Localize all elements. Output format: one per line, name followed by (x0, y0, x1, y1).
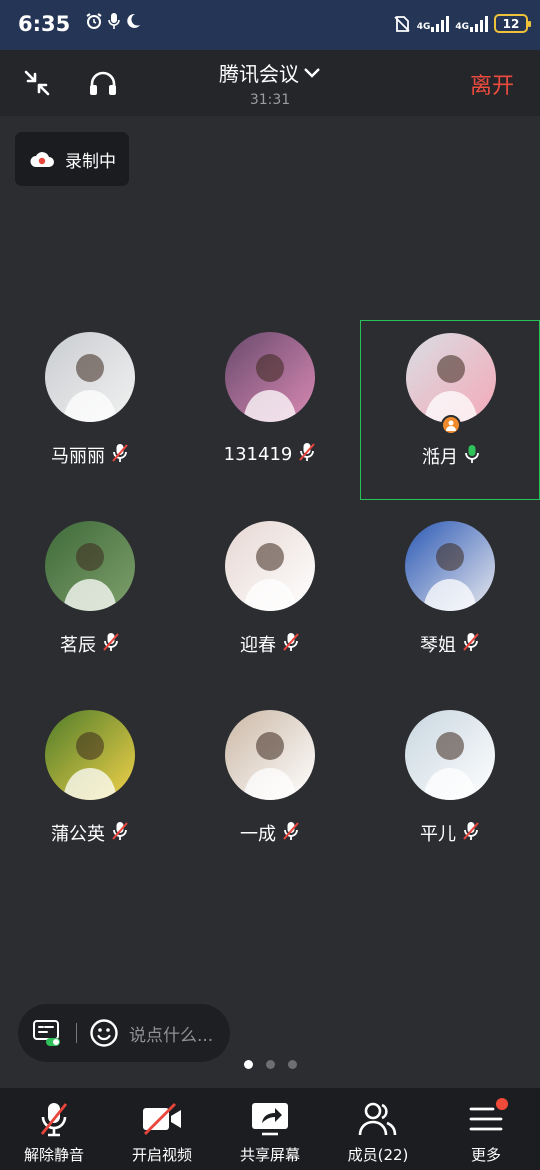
chat-bar[interactable]: 说点什么... (18, 1004, 230, 1062)
participant-name: 茗辰 (60, 635, 96, 656)
mic-muted-icon (462, 632, 480, 656)
page-dot[interactable] (288, 1060, 297, 1069)
participant-name-row: 湉月 (361, 443, 540, 469)
participant-name: 琴姐 (420, 635, 456, 656)
mic-muted-icon (462, 821, 480, 845)
members-icon (358, 1102, 397, 1136)
cloud-record-icon (30, 152, 54, 167)
participant-name: 平儿 (420, 824, 456, 845)
chevron-down-icon (304, 67, 320, 78)
notification-dot (496, 1098, 508, 1110)
chat-list-icon[interactable] (32, 1019, 62, 1047)
participant-name-row: 马丽丽 (0, 442, 180, 468)
avatar (225, 332, 315, 422)
participant-name-row: 蒲公英 (0, 820, 180, 846)
mic-muted-icon (111, 443, 129, 467)
start-video-button[interactable]: 开启视频 (108, 1088, 216, 1170)
avatar (225, 521, 315, 611)
participant-tile[interactable]: 131419 (180, 320, 360, 500)
unmute-button[interactable]: 解除静音 (0, 1088, 108, 1170)
meeting-header: 腾讯会议 31:31 离开 (0, 50, 540, 116)
participant-name: 蒲公英 (51, 824, 105, 845)
status-right-icons: 4G 4G 12 (393, 14, 531, 33)
leave-button[interactable]: 离开 (470, 68, 514, 100)
emoji-icon[interactable] (89, 1018, 119, 1048)
avatar (405, 521, 495, 611)
chat-input-placeholder[interactable]: 说点什么... (129, 1021, 213, 1046)
mic-muted-icon (282, 632, 300, 656)
page-dot[interactable] (266, 1060, 275, 1069)
alarm-icon (86, 13, 102, 29)
recording-label: 录制中 (65, 151, 116, 172)
mic-muted-icon (282, 821, 300, 845)
page-indicator (244, 1060, 297, 1069)
participant-name-row: 迎春 (180, 631, 360, 657)
bottom-toolbar: 解除静音 开启视频 共享屏幕 成员(22) 更多 (0, 1088, 540, 1170)
page-dot[interactable] (244, 1060, 253, 1069)
participant-tile[interactable]: 湉月 (360, 320, 540, 500)
mic-on-icon (464, 444, 480, 468)
avatar (406, 333, 496, 423)
members-button[interactable]: 成员(22) (324, 1088, 432, 1170)
participant-name-row: 一成 (180, 820, 360, 846)
participant-tile[interactable]: 马丽丽 (0, 320, 180, 500)
chat-separator (76, 1023, 77, 1043)
share-screen-icon (252, 1103, 288, 1136)
audio-route-button[interactable] (86, 66, 120, 100)
participant-name-row: 茗辰 (0, 631, 180, 657)
mic-muted-icon (40, 1103, 68, 1137)
host-badge-icon (441, 415, 461, 435)
participant-tile[interactable]: 平儿 (360, 698, 540, 878)
share-screen-button[interactable]: 共享屏幕 (216, 1088, 324, 1170)
status-left-icons (85, 12, 141, 30)
moon-icon (127, 13, 140, 28)
participant-tile[interactable]: 茗辰 (0, 509, 180, 689)
participant-name: 131419 (223, 443, 293, 465)
status-bar: 6:35 4G 4G 12 (0, 0, 540, 50)
recording-badge[interactable]: 录制中 (15, 132, 129, 186)
participant-name-row: 平儿 (360, 820, 540, 846)
collapse-arrows-icon (24, 70, 50, 96)
participant-name-row: 131419 (180, 442, 360, 466)
more-button[interactable]: 更多 (432, 1088, 540, 1170)
avatar (45, 710, 135, 800)
mic-muted-icon (102, 632, 120, 656)
participant-name: 湉月 (422, 447, 458, 468)
meeting-timer: 31:31 (249, 92, 291, 108)
participant-tile[interactable]: 一成 (180, 698, 360, 878)
participant-name-row: 琴姐 (360, 631, 540, 657)
participant-name: 一成 (240, 824, 276, 845)
mic-muted-icon (298, 442, 316, 466)
avatar (225, 710, 315, 800)
mic-status-icon (108, 13, 120, 29)
headphones-icon (90, 71, 116, 95)
minimize-button[interactable] (20, 66, 54, 100)
signal-bars-icon (431, 15, 450, 32)
camera-off-icon (143, 1103, 181, 1135)
avatar (45, 332, 135, 422)
status-time: 6:35 (18, 12, 71, 36)
participant-tile[interactable]: 蒲公英 (0, 698, 180, 878)
battery-icon: 12 (494, 14, 531, 33)
signal-2: 4G (455, 15, 488, 32)
signal-1: 4G (417, 15, 450, 32)
avatar (405, 710, 495, 800)
participant-tile[interactable]: 迎春 (180, 509, 360, 689)
meeting-title-area[interactable]: 腾讯会议 31:31 (170, 58, 370, 108)
participant-name: 迎春 (240, 635, 276, 656)
no-sim-icon (394, 15, 410, 32)
avatar (45, 521, 135, 611)
meeting-title[interactable]: 腾讯会议 (219, 58, 321, 87)
participant-name: 马丽丽 (51, 446, 105, 467)
participant-tile[interactable]: 琴姐 (360, 509, 540, 689)
signal-bars-icon (470, 15, 488, 32)
mic-muted-icon (111, 821, 129, 845)
